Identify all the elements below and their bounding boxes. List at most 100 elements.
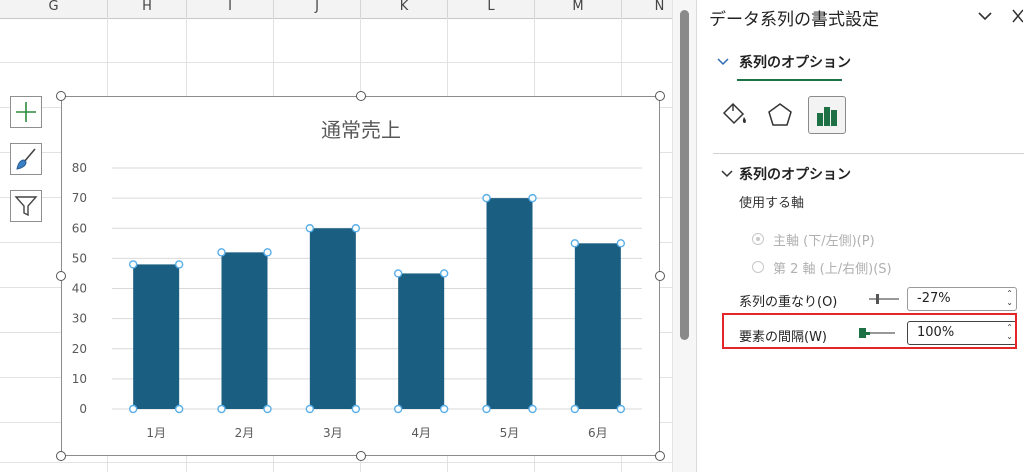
- bar-4[interactable]: [398, 273, 445, 409]
- selection-handle[interactable]: [263, 404, 272, 414]
- primary-axis-label: 主軸 (下/左側)(P): [773, 234, 875, 249]
- selection-handle[interactable]: [263, 248, 272, 257]
- plot-axis-label: 使用する軸: [739, 196, 805, 211]
- worksheet-area[interactable]: G H I J K L M N 通常売上 0 10 20 30 40 50 60…: [0, 0, 672, 472]
- section-divider: [713, 153, 1024, 154]
- chart-title[interactable]: 通常売上: [321, 118, 401, 142]
- pane-title: データ系列の書式設定: [709, 10, 879, 30]
- chart-bars: [128, 193, 626, 414]
- selection-handle[interactable]: [439, 269, 449, 278]
- chart-styles-button[interactable]: [10, 143, 42, 175]
- brush-icon: [16, 148, 36, 170]
- secondary-axis-radio[interactable]: [752, 261, 764, 273]
- y-tick-label: 60: [72, 221, 87, 235]
- resize-handle-top[interactable]: [356, 91, 366, 101]
- resize-handle-bottom-left[interactable]: [56, 451, 66, 461]
- selection-handle[interactable]: [305, 404, 315, 414]
- paint-bucket-icon: [722, 102, 746, 125]
- chevron-down-icon[interactable]: [721, 169, 733, 179]
- series-overlap-slider[interactable]: [869, 292, 899, 306]
- selection-handle[interactable]: [482, 193, 491, 203]
- spinner-arrows-icon[interactable]: ⌃ ⌄: [1006, 289, 1013, 307]
- selection-handle[interactable]: [217, 404, 226, 414]
- resize-handle-left[interactable]: [56, 271, 66, 281]
- close-icon[interactable]: [1011, 8, 1023, 24]
- series-overlap-input[interactable]: -27% ⌃ ⌄: [907, 287, 1017, 311]
- selection-handle[interactable]: [439, 404, 449, 414]
- selection-handle[interactable]: [393, 404, 403, 414]
- primary-axis-radio[interactable]: [752, 233, 764, 245]
- column-header-k[interactable]: K: [361, 0, 448, 18]
- pentagon-icon: [768, 103, 792, 126]
- column-header-n[interactable]: N: [622, 0, 672, 18]
- selection-handle[interactable]: [174, 404, 184, 414]
- series-overlap-label: 系列の重なり(O): [739, 295, 838, 310]
- chart-gridlines: [112, 167, 642, 410]
- column-header-h[interactable]: H: [108, 0, 187, 18]
- resize-handle-bottom-right[interactable]: [655, 451, 665, 461]
- selection-handle[interactable]: [616, 404, 626, 414]
- scrollbar-thumb[interactable]: [680, 10, 689, 340]
- y-tick-label: 80: [72, 161, 87, 175]
- row-gridline: [0, 462, 672, 463]
- bar-3[interactable]: [309, 228, 356, 409]
- selection-handle[interactable]: [217, 248, 226, 257]
- selection-handle[interactable]: [305, 224, 315, 233]
- selection-handle[interactable]: [528, 193, 537, 203]
- selection-handle[interactable]: [616, 239, 626, 248]
- column-header-l[interactable]: L: [448, 0, 535, 18]
- chevron-down-icon[interactable]: [717, 57, 729, 67]
- x-tick-label: 4月: [411, 426, 431, 440]
- bar-chart[interactable]: 通常売上 0 10 20 30 40 50 60 70 80 1月 2月 3月 4月 5月 6月: [61, 96, 660, 456]
- selection-handle[interactable]: [128, 260, 138, 269]
- x-axis-tick-labels: 1月 2月 3月 4月 5月 6月: [146, 426, 607, 440]
- column-header-m[interactable]: M: [535, 0, 622, 18]
- selection-handle[interactable]: [174, 260, 184, 269]
- x-tick-label: 6月: [588, 426, 608, 440]
- format-data-series-pane: データ系列の書式設定 系列のオプション 系列のオプション 使用する軸 主軸 (下…: [696, 0, 1024, 472]
- plus-icon: [16, 102, 36, 122]
- y-tick-label: 40: [72, 282, 87, 296]
- series-overlap-value: -27%: [917, 291, 951, 306]
- column-header-i[interactable]: I: [187, 0, 274, 18]
- annotation-highlight-box: [722, 313, 1017, 349]
- vertical-scrollbar[interactable]: [672, 0, 696, 472]
- chart-elements-button[interactable]: [10, 96, 42, 128]
- resize-handle-right[interactable]: [655, 271, 665, 281]
- resize-handle-top-right[interactable]: [655, 91, 665, 101]
- series-options-section-header[interactable]: 系列のオプション: [739, 164, 851, 184]
- tab-series-options[interactable]: 系列のオプション: [739, 52, 851, 72]
- selection-handle[interactable]: [528, 404, 537, 414]
- selection-handle[interactable]: [570, 239, 580, 248]
- column-header-j[interactable]: J: [274, 0, 361, 18]
- y-axis-tick-labels: 0 10 20 30 40 50 60 70 80: [72, 161, 87, 416]
- bar-1[interactable]: [133, 264, 180, 409]
- x-tick-label: 2月: [235, 426, 255, 440]
- active-tab-indicator: [737, 79, 842, 81]
- y-tick-label: 0: [79, 402, 87, 416]
- effects-tab[interactable]: [761, 96, 799, 134]
- resize-handle-top-left[interactable]: [56, 91, 66, 101]
- chart-filters-button[interactable]: [10, 190, 42, 222]
- bar-6[interactable]: [574, 243, 621, 409]
- bar-2[interactable]: [221, 252, 268, 409]
- column-header-g[interactable]: G: [0, 0, 108, 18]
- bar-5[interactable]: [486, 198, 533, 409]
- selection-handle[interactable]: [351, 404, 361, 414]
- x-tick-label: 3月: [323, 426, 343, 440]
- column-header-row: G H I J K L M N: [0, 0, 672, 19]
- secondary-axis-label: 第 2 軸 (上/右側)(S): [773, 262, 892, 277]
- chart-canvas: 通常売上 0 10 20 30 40 50 60 70 80 1月 2月 3月 4月 5月 6月: [72, 118, 642, 440]
- funnel-icon: [14, 196, 38, 217]
- resize-handle-bottom[interactable]: [356, 451, 366, 461]
- series-options-tab[interactable]: [808, 96, 846, 134]
- fill-line-tab[interactable]: [715, 96, 753, 134]
- row-gridline: [0, 62, 672, 63]
- chevron-down-icon[interactable]: [977, 10, 993, 22]
- selection-handle[interactable]: [128, 404, 138, 414]
- selection-handle[interactable]: [482, 404, 491, 414]
- selection-handle[interactable]: [393, 269, 403, 278]
- y-tick-label: 50: [72, 251, 87, 265]
- selection-handle[interactable]: [570, 404, 580, 414]
- selection-handle[interactable]: [351, 224, 361, 233]
